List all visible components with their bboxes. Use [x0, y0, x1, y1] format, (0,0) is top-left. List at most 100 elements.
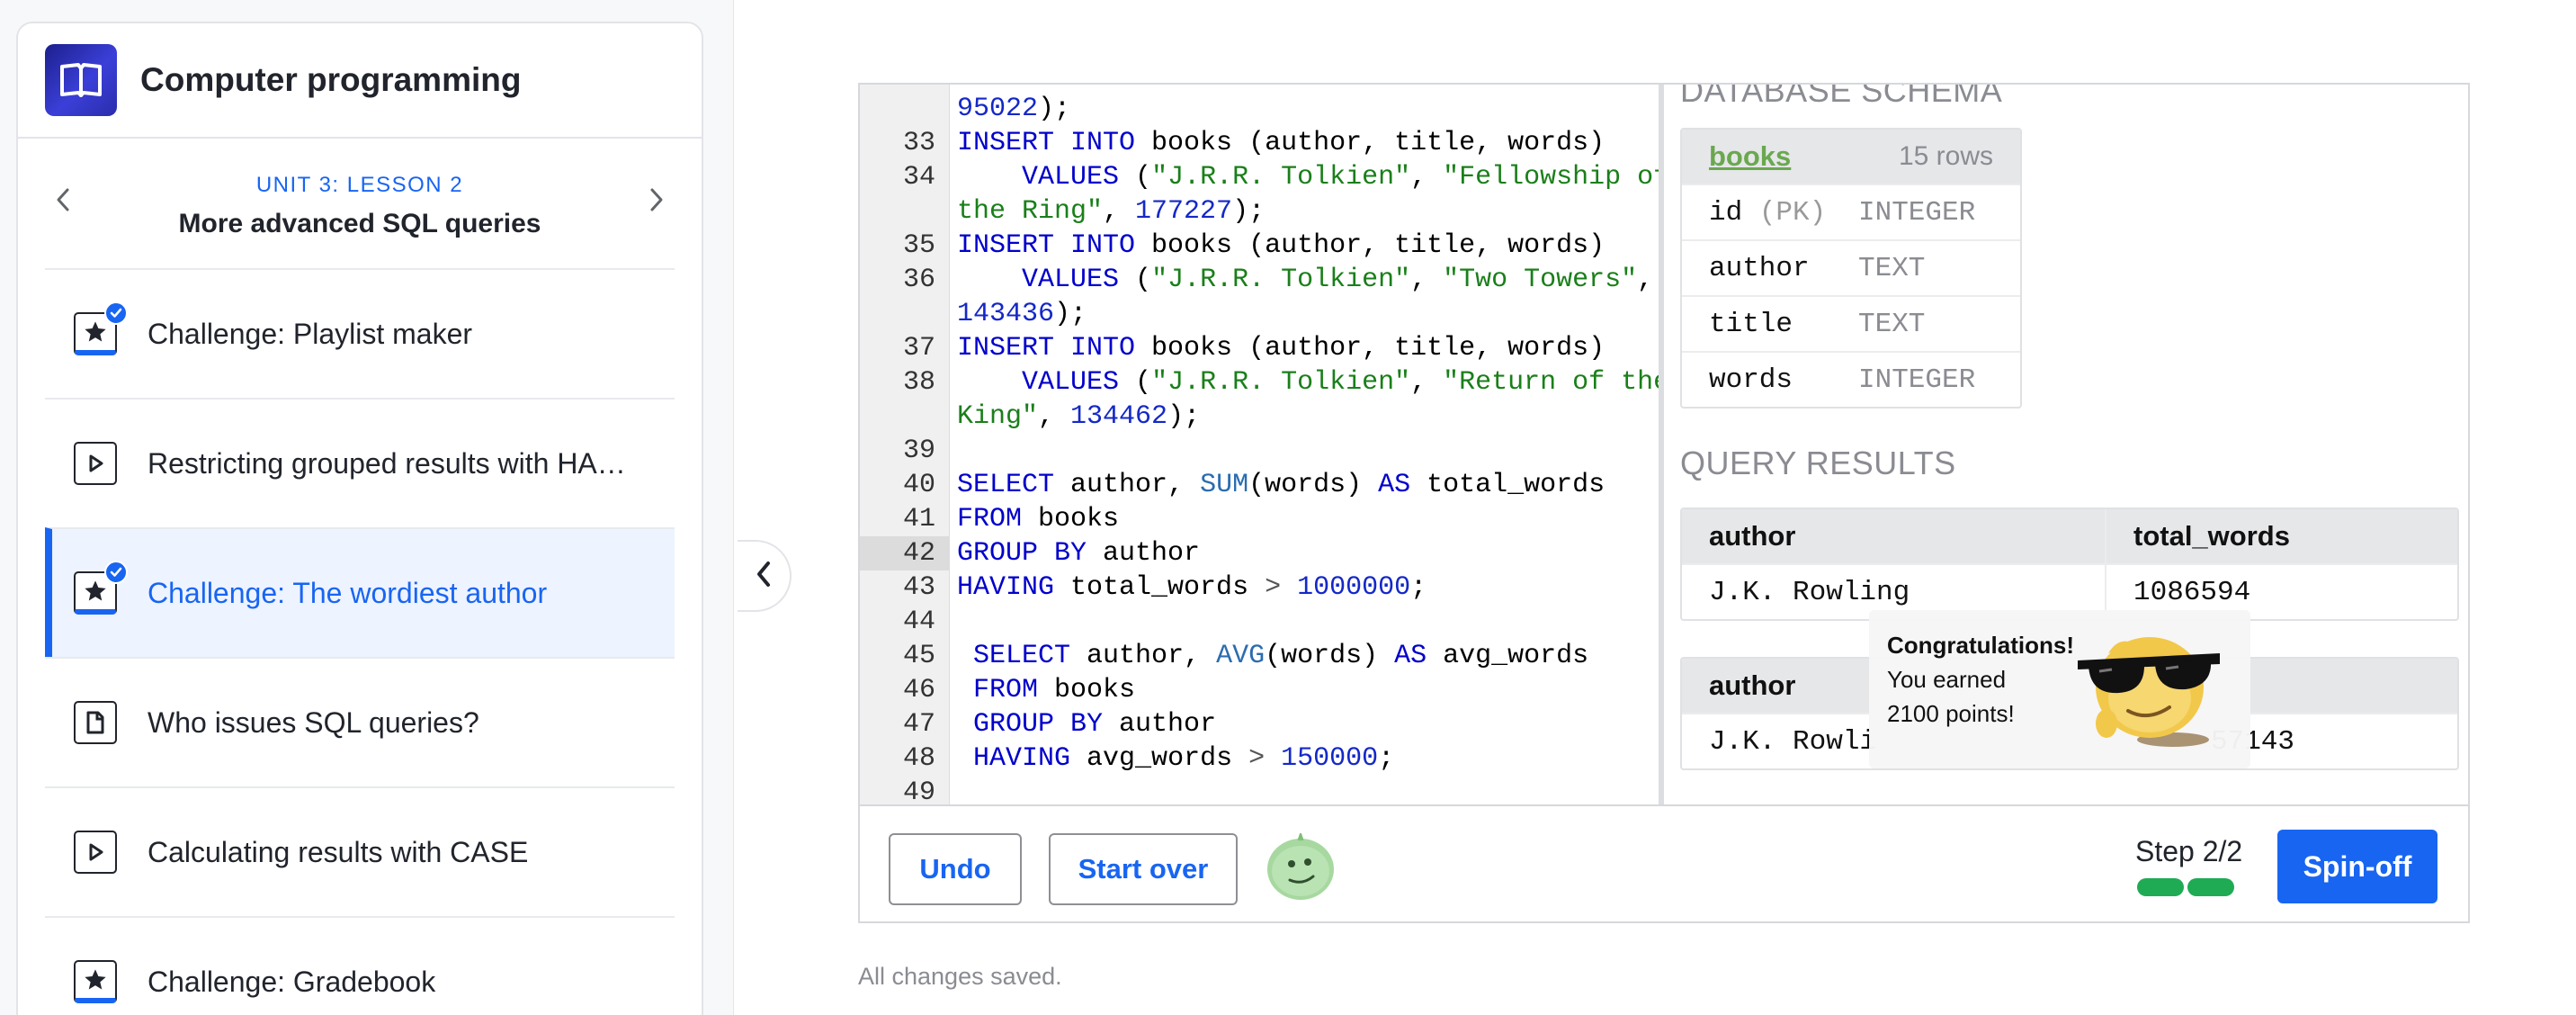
line-number [860, 400, 950, 434]
congratulations-popup: Congratulations! You earned 2100 points! [1869, 610, 2250, 768]
star-icon [74, 960, 117, 1003]
sql-challenge-editor: 33 34 35 36 37 38 39 40 41 42 43 44 45 46 47 48 49 95022… [858, 83, 2470, 923]
schema-column-row: words INTEGER [1682, 351, 2020, 407]
chevron-left-icon [755, 560, 773, 593]
congratulations-title: Congratulations! [1887, 632, 2074, 659]
list-item-label: Who issues SQL queries? [148, 705, 479, 739]
code-token: VALUES [1022, 265, 1120, 295]
code-token: (words) [1248, 470, 1379, 500]
code-line[interactable]: SELECT author, SUM(words) AS total_words [957, 468, 1605, 502]
schema-column-name: title [1682, 309, 1840, 340]
code-token: > [1265, 572, 1282, 603]
list-item[interactable]: Restricting grouped results with HA… [45, 398, 675, 527]
code-token: , [1038, 401, 1071, 432]
results-header-cell: total_words [2133, 520, 2290, 552]
line-number: 43 [902, 572, 935, 603]
code-token: total_words [1410, 470, 1606, 500]
code-token: avg_words [1070, 743, 1249, 774]
code-line[interactable]: VALUES ("J.R.R. Tolkien", "Fellowship of [957, 160, 1659, 194]
code-token: avg_words [1427, 641, 1589, 671]
code-token: author [1087, 538, 1201, 569]
code-token: author, [1054, 470, 1201, 500]
code-line[interactable]: SELECT author, AVG(words) AS avg_words [957, 639, 1588, 673]
code-token: "Fellowship of [1443, 162, 1659, 193]
list-item-label: Restricting grouped results with HA… [148, 446, 626, 480]
list-item[interactable]: Challenge: Gradebook [45, 916, 675, 1015]
lesson-navigation: UNIT 3: LESSON 2 More advanced SQL queri… [18, 139, 702, 268]
list-item[interactable]: Calculating results with CASE [45, 786, 675, 916]
code-token: GROUP BY [957, 538, 1087, 569]
undo-button[interactable]: Undo [889, 833, 1022, 905]
code-line[interactable]: INSERT INTO books (author, title, words) [957, 331, 1605, 365]
code-line[interactable]: INSERT INTO books (author, title, words) [957, 126, 1605, 160]
code-line[interactable]: King", 134462); [957, 400, 1200, 434]
schema-column-row: title TEXT [1682, 295, 2020, 351]
code-line[interactable]: GROUP BY author [957, 707, 1216, 741]
code-token: INSERT INTO [957, 333, 1136, 364]
code-line[interactable]: INSERT INTO books (author, title, words) [957, 229, 1605, 263]
list-item-label: Challenge: Gradebook [148, 965, 436, 998]
code-line[interactable]: the Ring", 177227); [957, 194, 1265, 229]
code-token: author, [1070, 641, 1217, 671]
lesson-title: More advanced SQL queries [178, 209, 541, 238]
line-number [860, 297, 950, 331]
code-line[interactable]: HAVING avg_words > 150000; [957, 741, 1394, 776]
course-header[interactable]: Computer programming [18, 23, 702, 139]
schema-table-header: books 15 rows [1682, 130, 2020, 184]
schema-column-name: author [1682, 253, 1840, 284]
code-line[interactable]: 95022); [957, 92, 1070, 126]
spin-off-button[interactable]: Spin-off [2277, 830, 2437, 903]
code-token: "Return of the [1443, 367, 1659, 398]
step-progress-segment [2137, 878, 2184, 896]
code-line[interactable]: VALUES ("J.R.R. Tolkien", "Two Towers", [957, 263, 1653, 297]
line-number: 37 [902, 333, 935, 364]
code-token: ; [1378, 743, 1395, 774]
code-token: INSERT INTO [957, 128, 1136, 158]
schema-column-label: title [1709, 308, 1793, 340]
lesson-items-list: Challenge: Playlist maker Restricting gro… [45, 268, 675, 1015]
sidebar: Computer programming UNIT 3: LESSON 2 Mo… [0, 0, 734, 1015]
results-table: author total_words J.K. Rowling 1086594 [1680, 508, 2459, 621]
code-token: King" [957, 401, 1039, 432]
code-line[interactable]: VALUES ("J.R.R. Tolkien", "Return of the [957, 365, 1659, 400]
code-editor[interactable]: 33 34 35 36 37 38 39 40 41 42 43 44 45 46 47 48 49 95022… [860, 85, 1659, 804]
code-line[interactable]: FROM books [957, 502, 1119, 536]
code-token: SELECT [957, 470, 1055, 500]
line-number: 47 [902, 709, 935, 740]
avatar[interactable] [1265, 831, 1337, 906]
list-item-label: Challenge: The wordiest author [148, 576, 548, 609]
line-number: 38 [902, 367, 935, 398]
code-token: FROM [973, 675, 1039, 705]
schema-column-name: id (PK) [1682, 197, 1858, 229]
list-item-label: Calculating results with CASE [148, 835, 529, 868]
code-token: (words) [1265, 641, 1395, 671]
code-line[interactable]: 143436); [957, 297, 1087, 331]
unit-label[interactable]: UNIT 3: LESSON 2 [18, 173, 702, 198]
code-line[interactable]: GROUP BY author [957, 536, 1200, 570]
code-line[interactable]: FROM books [957, 673, 1135, 707]
start-over-button[interactable]: Start over [1049, 833, 1238, 905]
schema-column-name: words [1682, 364, 1840, 396]
list-item[interactable]: Challenge: The wordiest author [45, 527, 675, 657]
play-icon [74, 442, 117, 485]
code-token: ; [1410, 572, 1427, 603]
code-token: VALUES [1022, 367, 1120, 398]
code-line[interactable]: HAVING total_words > 1000000; [957, 570, 1427, 605]
collapse-sidebar-button[interactable] [738, 540, 792, 612]
star-icon [74, 301, 128, 355]
lesson-nav-card: Computer programming UNIT 3: LESSON 2 Mo… [16, 22, 703, 1015]
code-token: 143436 [957, 299, 1055, 329]
list-item[interactable]: Who issues SQL queries? [45, 657, 675, 786]
schema-column-row: id (PK) INTEGER [1682, 184, 2020, 239]
schema-table-link[interactable]: books [1709, 140, 1791, 173]
save-status: All changes saved. [858, 963, 1062, 990]
schema-column-type: INTEGER [1858, 196, 1976, 229]
line-number: 42 [860, 536, 950, 570]
list-item[interactable]: Challenge: Playlist maker [45, 268, 675, 398]
schema-column-type: TEXT [1858, 308, 1926, 340]
chevron-right-icon[interactable] [639, 182, 675, 218]
